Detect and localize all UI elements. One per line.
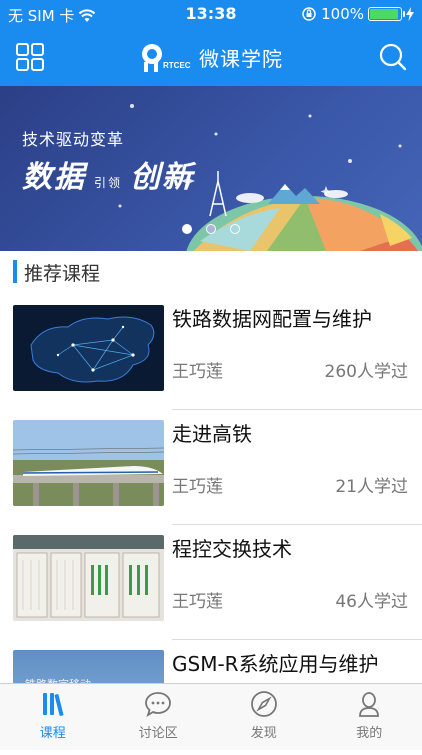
banner-headline-left: 数据 <box>22 152 86 196</box>
rtcec-logo: RTCEC <box>139 40 193 74</box>
tab-label: 发现 <box>251 722 277 741</box>
banner-headline: 数据 引领 创新 <box>22 152 194 196</box>
course-item[interactable]: 走进高铁 王巧莲 21人学过 <box>0 410 422 525</box>
course-title: GSM-R系统应用与维护 <box>172 648 379 677</box>
chat-icon <box>144 690 172 718</box>
tab-discussion[interactable]: 讨论区 <box>106 684 212 750</box>
high-speed-train-image <box>13 420 164 506</box>
promo-banner[interactable]: 技术驱动变革 数据 引领 创新 <box>0 86 422 251</box>
course-title: 铁路数据网配置与维护 <box>172 303 372 332</box>
battery-icon <box>368 7 402 21</box>
tab-discover[interactable]: 发现 <box>211 684 317 750</box>
tab-me[interactable]: 我的 <box>317 684 422 750</box>
course-title: 走进高铁 <box>172 418 252 447</box>
tab-courses[interactable]: 课程 <box>0 684 106 750</box>
battery-fill <box>370 9 398 19</box>
app-title: 微课学院 <box>199 43 283 72</box>
banner-dot-3[interactable] <box>230 224 240 234</box>
banner-dot-2[interactable] <box>206 224 216 234</box>
banner-headline-right: 创新 <box>130 152 194 196</box>
course-learners: 21人学过 <box>335 472 408 497</box>
tab-label: 我的 <box>356 722 382 741</box>
section-header: 推荐课程 <box>0 251 422 295</box>
rotation-lock-icon <box>301 6 317 22</box>
section-accent-bar <box>13 260 17 283</box>
course-item[interactable]: 铁路数据网配置与维护 王巧莲 260人学过 <box>0 295 422 410</box>
course-teacher: 王巧莲 <box>172 357 223 382</box>
tab-label: 课程 <box>40 722 66 741</box>
course-thumbnail[interactable] <box>13 420 164 506</box>
course-learners: 260人学过 <box>325 357 408 382</box>
compass-icon <box>250 690 278 718</box>
banner-dot-1[interactable] <box>182 224 192 234</box>
course-thumbnail[interactable] <box>13 305 164 391</box>
switch-cabinet-image <box>13 535 164 621</box>
banner-headline-mid: 引领 <box>94 174 122 191</box>
course-thumbnail[interactable] <box>13 535 164 621</box>
user-icon <box>355 690 383 718</box>
banner-subtitle: 技术驱动变革 <box>22 126 124 150</box>
tab-label: 讨论区 <box>139 722 178 741</box>
china-network-map-image <box>13 305 164 391</box>
course-title: 程控交换技术 <box>172 533 292 562</box>
books-icon <box>39 690 67 718</box>
section-title: 推荐课程 <box>24 259 100 286</box>
course-item[interactable]: 程控交换技术 王巧莲 46人学过 <box>0 525 422 640</box>
nav-bar: RTCEC 微课学院 <box>0 28 422 86</box>
status-right: 100% <box>301 5 414 23</box>
logo-text: RTCEC <box>163 61 191 70</box>
brand: RTCEC 微课学院 <box>0 40 422 74</box>
status-bar: 无 SIM 卡 13:38 100% <box>0 0 422 28</box>
search-icon[interactable] <box>378 42 408 72</box>
charging-icon <box>406 7 414 21</box>
course-teacher: 王巧莲 <box>172 587 223 612</box>
course-teacher: 王巧莲 <box>172 472 223 497</box>
course-learners: 46人学过 <box>335 587 408 612</box>
tab-bar: 课程 讨论区 发现 我的 <box>0 683 422 750</box>
battery-percent: 100% <box>321 5 364 23</box>
